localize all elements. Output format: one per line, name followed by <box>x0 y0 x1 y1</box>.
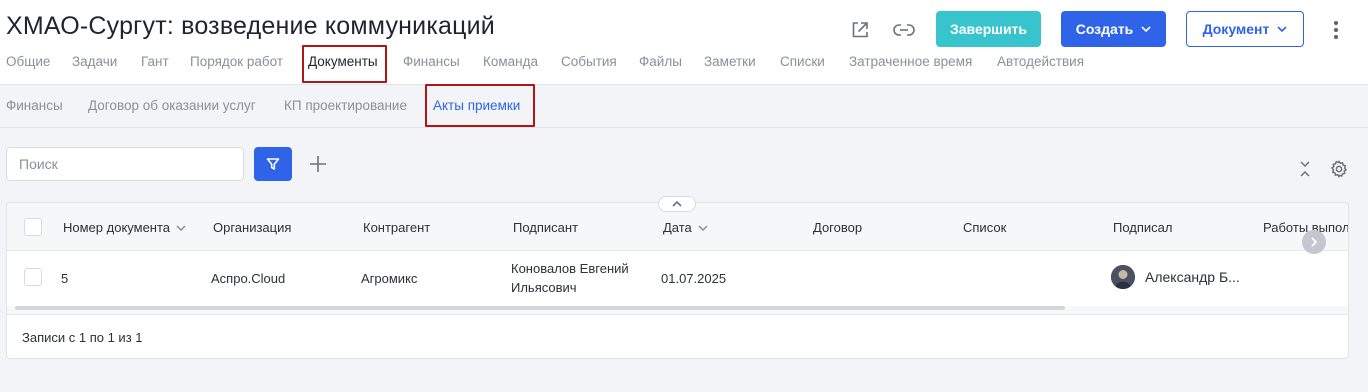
tab-files[interactable]: Файлы <box>639 54 682 69</box>
table-row[interactable]: 5 Аспро.Cloud Агромикс Коновалов Евгений… <box>7 252 1348 304</box>
column-header-number[interactable]: Номер документа <box>63 220 186 235</box>
subtab-acceptance-acts[interactable]: Акты приемки <box>433 98 520 113</box>
create-button[interactable]: Создать <box>1061 11 1166 47</box>
tab-notes[interactable]: Заметки <box>704 54 756 69</box>
column-header-contract[interactable]: Договор <box>813 220 862 235</box>
chevron-right-icon[interactable] <box>1302 230 1326 254</box>
chevron-down-icon <box>176 224 186 231</box>
cell-organization: Аспро.Cloud <box>211 271 286 286</box>
tab-general[interactable]: Общие <box>6 54 50 69</box>
collapse-icon[interactable] <box>1296 158 1314 180</box>
row-checkbox[interactable] <box>24 268 42 286</box>
tab-team[interactable]: Команда <box>483 54 538 69</box>
filter-icon <box>266 158 280 170</box>
subtab-service-agreement[interactable]: Договор об оказании услуг <box>88 98 256 113</box>
divider <box>0 127 1368 128</box>
subtab-design-proposal[interactable]: КП проектирование <box>284 98 407 113</box>
header-panel: ХМАО-Сургут: возведение коммуникаций Зав… <box>0 0 1368 84</box>
column-header-list[interactable]: Список <box>963 220 1006 235</box>
filter-button[interactable] <box>254 147 292 181</box>
open-external-icon[interactable] <box>846 16 874 44</box>
tab-autoactions[interactable]: Автодействия <box>997 54 1084 69</box>
document-button[interactable]: Документ <box>1186 11 1304 47</box>
column-header-counterparty[interactable]: Контрагент <box>363 220 430 235</box>
create-button-label: Создать <box>1075 21 1134 37</box>
chevron-up-icon[interactable] <box>658 196 696 212</box>
subtab-finance[interactable]: Финансы <box>6 98 63 113</box>
search-input[interactable] <box>6 147 244 181</box>
tab-lists[interactable]: Списки <box>780 54 825 69</box>
column-header-label: Номер документа <box>63 220 171 235</box>
table-footer: Записи с 1 по 1 из 1 <box>7 314 1348 358</box>
settings-icon[interactable] <box>1328 158 1350 180</box>
chevron-down-icon <box>1141 26 1151 32</box>
column-header-date[interactable]: Дата <box>663 220 708 235</box>
tab-gantt[interactable]: Гант <box>141 54 169 69</box>
link-icon[interactable] <box>890 16 918 44</box>
select-all-checkbox[interactable] <box>24 218 42 236</box>
scrollbar-thumb[interactable] <box>15 306 1065 310</box>
cell-number: 5 <box>61 271 69 286</box>
avatar <box>1111 265 1135 289</box>
tab-documents[interactable]: Документы <box>308 54 378 69</box>
tab-time-spent[interactable]: Затраченное время <box>849 54 972 69</box>
document-button-label: Документ <box>1202 21 1270 37</box>
more-vertical-icon[interactable] <box>1326 16 1346 44</box>
cell-date: 01.07.2025 <box>661 271 727 286</box>
documents-table: Номер документа Организация Контрагент П… <box>6 202 1349 359</box>
records-count: Записи с 1 по 1 из 1 <box>22 330 143 345</box>
page-title: ХМАО-Сургут: возведение коммуникаций <box>6 12 495 40</box>
column-header-organization[interactable]: Организация <box>213 220 291 235</box>
finish-button-label: Завершить <box>949 21 1028 37</box>
chevron-down-icon <box>698 224 708 231</box>
tab-work-order[interactable]: Порядок работ <box>190 54 283 69</box>
tab-events[interactable]: События <box>561 54 617 69</box>
cell-signatory: Коновалов Евгений Ильясович <box>511 261 629 295</box>
finish-button[interactable]: Завершить <box>936 11 1041 47</box>
column-header-label: Дата <box>663 220 692 235</box>
column-header-signed-by[interactable]: Подписал <box>1113 220 1173 235</box>
cell-counterparty: Агромикс <box>361 271 418 286</box>
column-header-signatory[interactable]: Подписант <box>513 220 578 235</box>
document-subtabs: Финансы Договор об оказании услуг КП про… <box>0 85 1368 127</box>
tab-finance[interactable]: Финансы <box>403 54 460 69</box>
chevron-down-icon <box>1277 26 1287 32</box>
cell-signed-by: Александр Б... <box>1145 269 1240 285</box>
tab-tasks[interactable]: Задачи <box>72 54 117 69</box>
plus-icon[interactable] <box>305 152 331 176</box>
